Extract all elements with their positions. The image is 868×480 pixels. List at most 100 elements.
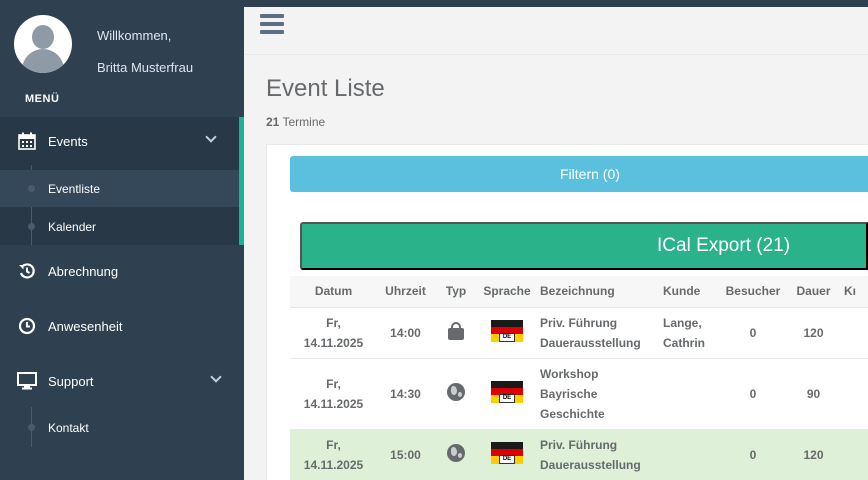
ical-export-button[interactable]: ICal Export (21): [300, 222, 868, 270]
welcome-text: Willkommen,: [97, 28, 172, 43]
column-header-datum[interactable]: Datum: [290, 276, 377, 308]
desktop-icon: [17, 371, 37, 391]
name-line: Dauerausstellung: [540, 335, 641, 350]
profile-area: Willkommen, Britta Musterfrau MENÜ: [0, 7, 244, 117]
date-day: Fr,: [326, 437, 341, 452]
name-line: Workshop: [540, 366, 599, 381]
sidebar-subitem-label: Kontakt: [48, 420, 89, 435]
table-header-row: Datum Uhrzeit Typ Sprache Bezeichnung Ku…: [290, 276, 868, 308]
german-flag-icon: DE: [491, 320, 523, 342]
sidebar-item-events[interactable]: Events: [0, 117, 244, 165]
sidebar: Willkommen, Britta Musterfrau MENÜ Event…: [0, 7, 244, 480]
cell-time: 14:00: [377, 307, 434, 359]
event-count-label: Termine: [282, 115, 326, 129]
event-count-number: 21: [266, 115, 280, 129]
table-row[interactable]: Fr, 14.11.2025 14:00 DE Priv. Führung Daue…: [290, 307, 868, 359]
chevron-down-icon: [210, 371, 222, 383]
avatar[interactable]: [14, 15, 72, 73]
sidebar-item-anwesenheit[interactable]: Anwesenheit: [0, 302, 244, 350]
page-title: Event Liste: [266, 75, 385, 102]
cell-name[interactable]: Workshop Bayrische Geschichte: [536, 358, 659, 430]
events-table: Datum Uhrzeit Typ Sprache Bezeichnung Ku…: [290, 276, 868, 480]
cell-date: Fr, 14.11.2025: [290, 358, 377, 430]
date-value: 14.11.2025: [303, 335, 364, 350]
cell-type: [434, 429, 478, 480]
cell-duration: 90: [787, 358, 840, 430]
customer-line: Cathrin: [663, 335, 705, 350]
sidebar-subitem-label: Kalender: [48, 219, 97, 234]
top-strip: [0, 0, 868, 7]
calendar-icon: [17, 131, 37, 151]
globe-icon: [447, 444, 465, 462]
cell-type: [434, 358, 478, 430]
top-bar: [244, 7, 868, 55]
chevron-down-icon: [205, 131, 217, 143]
date-value: 14.11.2025: [303, 396, 364, 411]
cell-date: Fr, 14.11.2025: [290, 429, 377, 480]
column-header-besucher[interactable]: Besucher: [719, 276, 787, 308]
column-header-kunde[interactable]: Kunde: [659, 276, 719, 308]
filter-button[interactable]: Filtern (0): [290, 156, 868, 192]
hamburger-icon[interactable]: [260, 14, 284, 34]
flag-label: DE: [499, 333, 515, 342]
flag-label: DE: [499, 394, 515, 403]
name-line: Priv. Führung: [540, 437, 618, 452]
sidebar-item-abrechnung[interactable]: Abrechnung: [0, 247, 244, 295]
cell-visitors: 0: [719, 429, 787, 480]
date-day: Fr,: [326, 315, 341, 330]
customer-line: Lange,: [663, 315, 702, 330]
cell-customer: Lange, Cathrin: [659, 307, 719, 359]
column-header-sprache[interactable]: Sprache: [478, 276, 536, 308]
sidebar-item-label: Support: [48, 373, 94, 389]
cell-language: DE: [478, 307, 536, 359]
cell-time: 14:30: [377, 358, 434, 430]
cell-name[interactable]: Priv. Führung Dauerausstellung: [536, 429, 659, 480]
cell-type: [434, 307, 478, 359]
sidebar-subitem-kontakt[interactable]: Kontakt: [0, 409, 239, 446]
cell-name[interactable]: Priv. Führung Dauerausstellung: [536, 307, 659, 359]
cell-language: DE: [478, 429, 536, 480]
date-value: 14.11.2025: [303, 457, 364, 472]
table-row[interactable]: Fr, 14.11.2025 14:30 DE Workshop Bayrische…: [290, 358, 868, 430]
name-line: Priv. Führung: [540, 315, 618, 330]
cell-time: 15:00: [377, 429, 434, 480]
flag-label: DE: [499, 455, 515, 464]
sidebar-subitem-kalender[interactable]: Kalender: [0, 208, 239, 245]
events-submenu: Eventliste Kalender: [0, 165, 244, 245]
cell-partial: [840, 358, 868, 430]
cell-duration: 120: [787, 307, 840, 359]
cell-partial: [840, 429, 868, 480]
avatar-head-icon: [32, 25, 54, 49]
user-name: Britta Musterfrau: [97, 60, 194, 75]
cell-date: Fr, 14.11.2025: [290, 307, 377, 359]
column-header-partial[interactable]: Kı: [840, 276, 868, 308]
name-line: Geschichte: [540, 406, 605, 421]
name-line: Bayrische: [540, 386, 598, 401]
german-flag-icon: DE: [491, 381, 523, 403]
avatar-body-icon: [22, 49, 64, 73]
cell-language: DE: [478, 358, 536, 430]
cell-partial: [840, 307, 868, 359]
table-row-highlighted[interactable]: Fr, 14.11.2025 15:00 DE Priv. Führung Daue…: [290, 429, 868, 480]
date-day: Fr,: [326, 376, 341, 391]
sidebar-item-label: Events: [48, 133, 88, 149]
sidebar-item-label: Anwesenheit: [48, 318, 123, 334]
column-header-dauer[interactable]: Dauer: [787, 276, 840, 308]
clock-icon: [17, 316, 37, 336]
event-count: 21 Termine: [266, 115, 325, 129]
column-header-typ[interactable]: Typ: [434, 276, 478, 308]
sidebar-subitem-label: Eventliste: [48, 181, 101, 196]
menu-title: MENÜ: [25, 93, 60, 105]
cell-visitors: 0: [719, 358, 787, 430]
cell-duration: 120: [787, 429, 840, 480]
history-icon: [17, 261, 37, 281]
column-header-uhrzeit[interactable]: Uhrzeit: [377, 276, 434, 308]
cell-customer: [659, 429, 719, 480]
bullet-icon: [28, 424, 35, 431]
german-flag-icon: DE: [491, 442, 523, 464]
sidebar-subitem-eventliste[interactable]: Eventliste: [0, 170, 239, 207]
sidebar-item-label: Abrechnung: [48, 263, 119, 279]
column-header-bezeichnung[interactable]: Bezeichnung: [536, 276, 659, 308]
sidebar-item-support[interactable]: Support: [0, 357, 244, 405]
cell-customer: [659, 358, 719, 430]
